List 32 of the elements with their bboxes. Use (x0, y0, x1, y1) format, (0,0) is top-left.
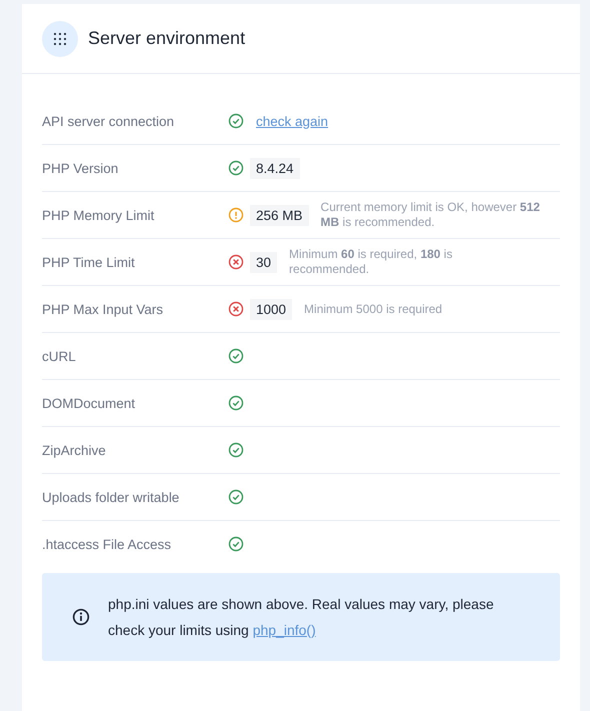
notice-text: php.ini values are shown above. Real values may vary, please check your limits using php_info() (108, 595, 495, 640)
check-circle-icon (228, 160, 244, 176)
check-label: cURL (42, 348, 77, 364)
check-label: PHP Memory Limit (42, 208, 156, 222)
check-label: PHP Version (42, 160, 120, 176)
check-label: DOMDocument (42, 396, 136, 410)
check-note: Minimum 60 is required, 180 is recommended. (289, 247, 454, 277)
check-label: Uploads folder writable (42, 490, 180, 504)
check-circle-icon (228, 442, 244, 458)
check-circle-icon (228, 395, 244, 411)
card-title: Server environment (88, 28, 246, 49)
value-tag: 8.4.24 (250, 158, 300, 178)
value-tag: 256 MB (250, 204, 309, 226)
x-circle-icon (228, 301, 244, 317)
check-label: PHP Max Input Vars (42, 302, 164, 316)
grid-icon (53, 32, 67, 46)
php-info-link[interactable]: php_info() (252, 622, 316, 638)
check-label: PHP Time Limit (42, 254, 136, 270)
check-note: Minimum 5000 is required (304, 302, 442, 316)
check-again-link[interactable]: check again (256, 114, 328, 128)
check-label: ZipArchive (42, 442, 107, 458)
check-circle-icon (228, 536, 244, 552)
check-note: Current memory limit is OK, however 512 MB is recommended. (320, 200, 541, 230)
x-circle-icon (228, 254, 244, 270)
value-tag: 30 (250, 252, 278, 272)
check-circle-icon (228, 113, 244, 129)
check-circle-icon (228, 348, 244, 364)
info-icon (72, 608, 90, 626)
check-circle-icon (228, 489, 244, 505)
value-tag: 1000 (250, 298, 292, 320)
check-label: API server connection (42, 114, 176, 128)
check-label: .htaccess File Access (42, 536, 172, 552)
